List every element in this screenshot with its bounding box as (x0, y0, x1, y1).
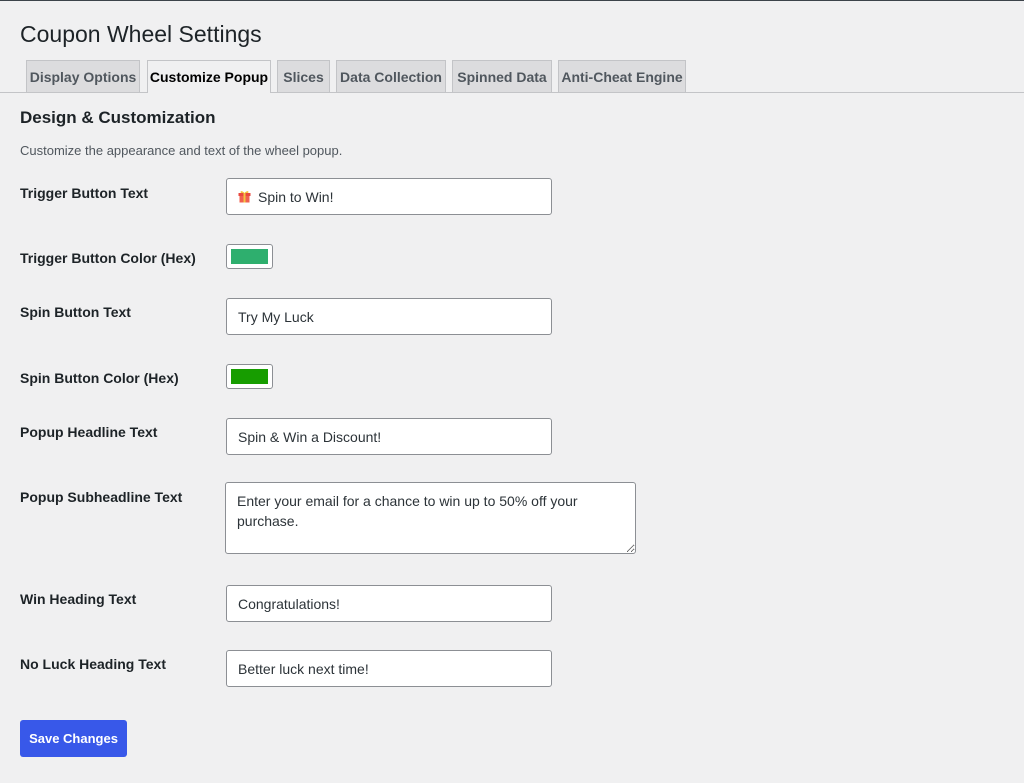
trigger-button-text-label: Trigger Button Text (20, 185, 149, 201)
tab-data-collection[interactable]: Data Collection (336, 60, 446, 92)
popup-headline-label: Popup Headline Text (20, 424, 158, 440)
trigger-button-text-input[interactable]: Spin to Win! (226, 178, 552, 215)
save-changes-button[interactable]: Save Changes (20, 720, 127, 757)
spin-button-text-input[interactable] (226, 298, 552, 335)
popup-subheadline-textarea[interactable]: Enter your email for a chance to win up … (225, 482, 636, 554)
trigger-button-color-label: Trigger Button Color (Hex) (20, 250, 196, 266)
no-luck-heading-label: No Luck Heading Text (20, 656, 166, 672)
page-title: Coupon Wheel Settings (20, 21, 262, 47)
section-title: Design & Customization (20, 108, 216, 127)
section-description: Customize the appearance and text of the… (20, 143, 343, 158)
no-luck-heading-input[interactable] (226, 650, 552, 687)
popup-headline-input[interactable] (226, 418, 552, 455)
tab-customize-popup[interactable]: Customize Popup (147, 60, 271, 93)
spin-button-color-picker[interactable] (226, 364, 273, 389)
spin-color-swatch (231, 369, 268, 384)
settings-tabs: Display Options Customize Popup Slices D… (0, 60, 1024, 93)
tab-slices[interactable]: Slices (277, 60, 330, 92)
trigger-color-swatch (231, 249, 268, 264)
tab-anti-cheat-engine[interactable]: Anti-Cheat Engine (558, 60, 686, 92)
tab-spinned-data[interactable]: Spinned Data (452, 60, 552, 92)
spin-button-text-label: Spin Button Text (20, 304, 131, 320)
gift-icon (238, 191, 251, 203)
popup-subheadline-label: Popup Subheadline Text (20, 489, 183, 505)
spin-button-color-label: Spin Button Color (Hex) (20, 370, 179, 386)
tab-display-options[interactable]: Display Options (26, 60, 140, 92)
win-heading-input[interactable] (226, 585, 552, 622)
trigger-button-color-picker[interactable] (226, 244, 273, 269)
win-heading-label: Win Heading Text (20, 591, 137, 607)
trigger-button-text-value: Spin to Win! (258, 188, 334, 205)
